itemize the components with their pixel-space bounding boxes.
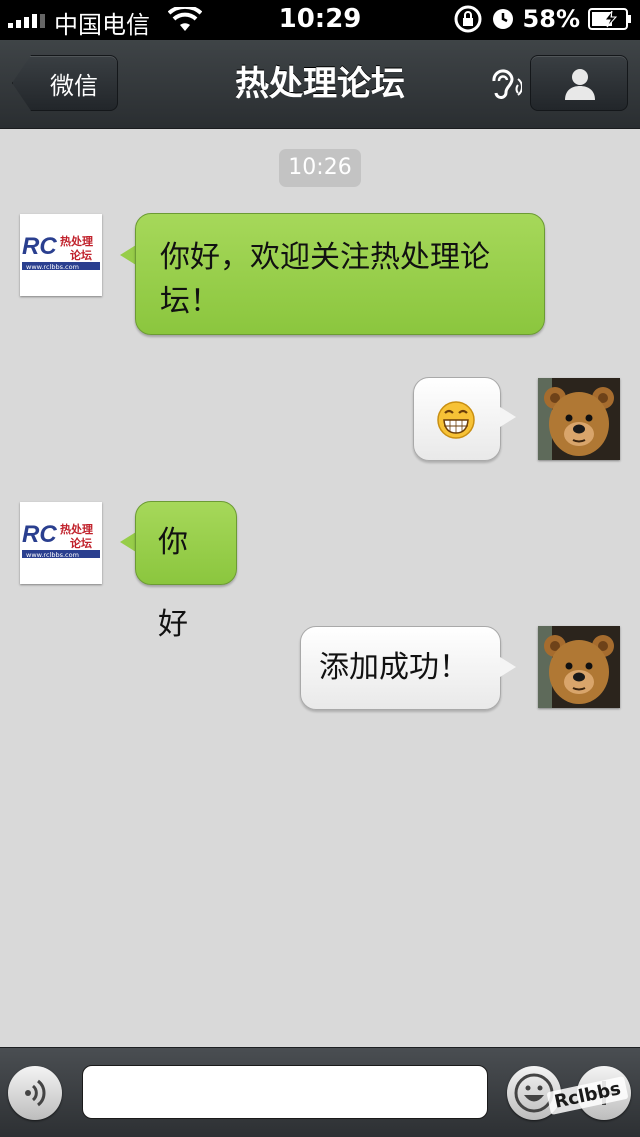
message-text: 添加成功！ [319, 650, 469, 685]
logo-chinese-bottom: 论坛 [70, 536, 92, 550]
grinning-emoji-icon [437, 401, 475, 439]
message-text: 你好 [158, 525, 188, 642]
rclbbs-logo: RC 热处理 论坛 www.rclbbs.com [22, 521, 100, 559]
bubble-tail [500, 407, 516, 427]
logo-chinese-top: 热处理 [60, 234, 93, 248]
battery-percent: 58% [522, 5, 580, 33]
back-button[interactable]: 微信 [12, 55, 118, 111]
bear-avatar-image [538, 378, 620, 460]
message-bubble-sent[interactable]: 添加成功！ [300, 626, 501, 710]
chat-area[interactable]: 10:26 RC 热处理 论坛 www.rclbbs.com 你好，欢迎关注热处… [0, 129, 640, 1047]
timestamp: 10:26 [279, 149, 361, 187]
message-bubble-sent[interactable] [413, 377, 501, 461]
avatar-rclbbs[interactable]: RC 热处理 论坛 www.rclbbs.com [20, 502, 102, 584]
message-text: 你好，欢迎关注热处理论坛！ [160, 240, 490, 319]
logo-chinese-bottom: 论坛 [70, 248, 92, 262]
logo-chinese-top: 热处理 [60, 522, 93, 536]
logo-url: www.rclbbs.com [26, 551, 79, 559]
alarm-icon [492, 9, 513, 29]
contact-info-button[interactable] [530, 55, 628, 111]
bubble-tail [120, 245, 136, 265]
status-right: 58% [453, 4, 632, 34]
rotation-lock-icon [454, 5, 482, 33]
voice-waves-icon [25, 1079, 46, 1107]
person-icon [565, 69, 595, 100]
avatar-me[interactable] [538, 626, 620, 708]
message-bubble-received[interactable]: 你好 [135, 501, 237, 642]
bear-avatar-image [538, 626, 620, 708]
logo-url: www.rclbbs.com [26, 263, 79, 271]
voice-input-button[interactable] [8, 1066, 62, 1120]
logo-letters: RC [22, 521, 57, 548]
rclbbs-logo: RC 热处理 论坛 www.rclbbs.com [22, 233, 100, 271]
logo-letters: RC [22, 233, 57, 260]
battery-charging-icon [588, 8, 631, 30]
bubble-tail [120, 532, 136, 552]
status-bar: 中国电信 10:29 58% [0, 0, 640, 40]
bubble-tail [500, 657, 516, 677]
avatar-me[interactable] [538, 378, 620, 460]
input-bar [0, 1047, 640, 1137]
message-bubble-received[interactable]: 你好，欢迎关注热处理论坛！ [135, 213, 545, 335]
message-input[interactable] [82, 1065, 488, 1119]
page-title: 热处理论坛 [235, 64, 405, 104]
avatar-rclbbs[interactable]: RC 热处理 论坛 www.rclbbs.com [20, 214, 102, 296]
